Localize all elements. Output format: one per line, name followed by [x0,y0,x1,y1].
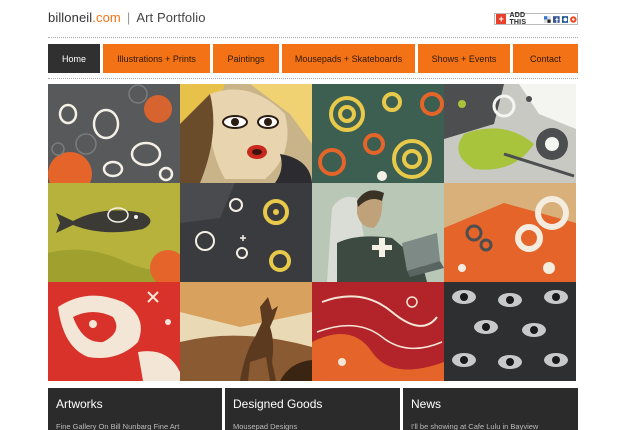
header-divider [48,37,578,38]
artworks-title: Artworks [56,397,103,411]
logo-domain: billoneil [48,10,93,25]
designed-goods-text: Mousepad Designs [233,422,298,430]
logo-separator: | [126,10,131,25]
main-nav: Home Illustrations + Prints Paintings Mo… [48,44,578,73]
gallery-tile-green-circles[interactable] [312,84,444,183]
nav-mousepads-skateboards[interactable]: Mousepads + Skateboards [282,44,415,73]
site-header: billoneil.com | Art Portfolio + ADD THIS [48,8,578,32]
nav-shows-events[interactable]: Shows + Events [418,44,510,73]
facebook-icon [553,15,560,23]
nav-paintings[interactable]: Paintings [213,44,279,73]
stumbleupon-icon [570,15,577,23]
share-label: ADD THIS [509,12,527,26]
delicious-icon [544,15,552,23]
logo-tld: .com [92,10,121,25]
news-text: I'll be showing at Cafe Lulu in Bayview [411,422,539,430]
nav-divider [48,78,578,79]
info-boxes: Artworks Fine Gallery On Bill Nunbarg Fi… [48,388,578,430]
artworks-box[interactable]: Artworks Fine Gallery On Bill Nunbarg Fi… [48,388,222,430]
add-icon: + [496,14,507,24]
gallery-tile-eyes[interactable] [444,282,576,381]
gallery-tile-orange-rings[interactable] [444,183,576,282]
digg-icon [561,15,569,23]
gallery-tile-red-dragon[interactable] [48,282,180,381]
gallery-tile-fish[interactable] [48,183,180,282]
news-box[interactable]: News I'll be showing at Cafe Lulu in Bay… [403,388,578,430]
nav-home[interactable]: Home [48,44,100,73]
nav-illustrations-prints[interactable]: Illustrations + Prints [103,44,210,73]
site-logo[interactable]: billoneil.com | Art Portfolio [48,10,206,25]
gallery-tile-green-splatter[interactable] [444,84,576,183]
gallery-tile-dark-circles[interactable] [180,183,312,282]
designed-goods-title: Designed Goods [233,397,323,411]
gallery-tile-deer[interactable] [180,282,312,381]
section-title: Art Portfolio [136,10,206,25]
gallery-tile-man-laptop[interactable] [312,183,444,282]
art-gallery-grid [48,84,577,381]
artworks-text: Fine Gallery On Bill Nunbarg Fine Art [56,422,180,430]
gallery-tile-red-lines[interactable] [312,282,444,381]
add-this-share-button[interactable]: + ADD THIS [494,12,578,26]
gallery-tile-circles-pattern[interactable] [48,84,180,183]
news-title: News [411,397,442,411]
page: billoneil.com | Art Portfolio + ADD THIS H… [0,0,630,430]
designed-goods-box[interactable]: Designed Goods Mousepad Designs [225,388,400,430]
gallery-tile-surprised-woman[interactable] [180,84,312,183]
nav-contact[interactable]: Contact [513,44,578,73]
